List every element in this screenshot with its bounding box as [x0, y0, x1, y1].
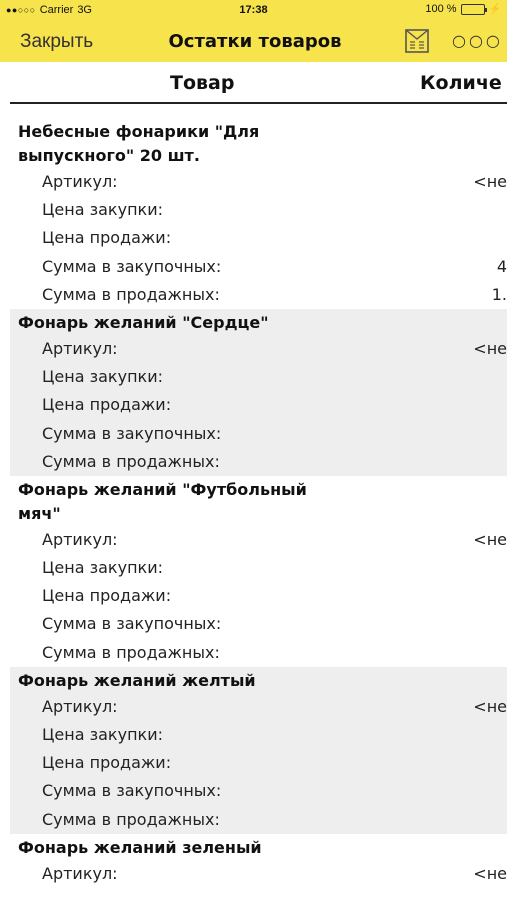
product-group[interactable]: Фонарь желаний зеленый Артикул: <не — [10, 834, 507, 888]
row-value: <не — [473, 529, 507, 549]
table-row: Цена продажи: — [10, 224, 507, 252]
row-label: Артикул: — [42, 696, 118, 716]
table-row: Сумма в продажных: — [10, 806, 507, 834]
product-title: Фонарь желаний зеленый — [18, 837, 262, 857]
table-row: Сумма в закупочных: — [10, 420, 507, 448]
row-label: Артикул: — [42, 529, 118, 549]
column-header-quantity[interactable]: Количе — [420, 72, 502, 94]
product-group[interactable]: Фонарь желаний "Сердце" Артикул: <не Цен… — [10, 308, 507, 476]
row-label: Цена продажи: — [42, 228, 172, 248]
more-icon[interactable]: ○○○ — [452, 31, 503, 50]
row-label: Сумма в продажных: — [42, 642, 220, 662]
table-row: Артикул: <не — [10, 168, 507, 196]
row-label: Сумма в закупочных: — [42, 256, 222, 276]
row-label: Сумма в продажных: — [42, 809, 220, 829]
product-group[interactable]: Небесные фонарики "Для выпускного" 20 шт… — [10, 118, 507, 309]
table-row: Артикул: <не — [10, 335, 507, 363]
table-row: Сумма в продажных: — [10, 639, 507, 667]
table-row: Сумма в закупочных: — [10, 610, 507, 638]
battery-percent: 100 % — [425, 3, 457, 15]
table-row: Цена продажи: — [10, 749, 507, 777]
row-label: Артикул: — [42, 863, 118, 883]
row-label: Сумма в закупочных: — [42, 614, 222, 634]
table-row: Артикул: <не — [10, 860, 507, 888]
row-label: Цена продажи: — [42, 395, 172, 415]
table-row: Сумма в продажных: — [10, 448, 507, 476]
product-title: Фонарь желаний желтый — [18, 670, 256, 690]
row-label: Сумма в закупочных: — [42, 781, 222, 801]
close-button[interactable]: Закрыть — [20, 31, 93, 53]
table-row: Цена закупки: — [10, 196, 507, 224]
product-list: Небесные фонарики "Для выпускного" 20 шт… — [10, 118, 507, 888]
charging-bolt-icon: ⚡ — [488, 3, 501, 15]
row-value: <не — [473, 338, 507, 358]
table-row: Цена закупки: — [10, 721, 507, 749]
row-label: Артикул: — [42, 172, 118, 191]
table-row: Артикул: <не — [10, 526, 507, 554]
product-group[interactable]: Фонарь желаний "Футбольный мяч" Артикул:… — [10, 476, 507, 667]
row-label: Цена закупки: — [42, 725, 163, 744]
status-right: 100 % ⚡ — [425, 3, 501, 15]
page-title: Остатки товаров — [168, 31, 342, 52]
table-header: Товар Количе — [10, 62, 507, 104]
row-label: Сумма в закупочных: — [42, 423, 222, 443]
table-row: Артикул: <не — [10, 693, 507, 721]
row-value: <не — [473, 696, 507, 716]
product-group[interactable]: Фонарь желаний желтый Артикул: <не Цена … — [10, 666, 507, 834]
table-row: Сумма в закупочных: 4 — [10, 253, 507, 281]
table-row: Цена закупки: — [10, 554, 507, 582]
product-title: Небесные фонарики "Для выпускного" 20 шт… — [18, 122, 260, 165]
column-header-product[interactable]: Товар — [170, 72, 234, 94]
row-label: Цена закупки: — [42, 558, 163, 578]
table-row: Сумма в продажных: 1. — [10, 281, 507, 309]
table-row: Сумма в закупочных: — [10, 777, 507, 805]
report-icon[interactable] — [404, 28, 430, 54]
table-row: Цена продажи: — [10, 582, 507, 610]
row-label: Сумма в продажных: — [42, 284, 220, 304]
nav-bar: Закрыть Остатки товаров ○○○ — [0, 22, 507, 62]
product-title: Фонарь желаний "Сердце" — [18, 312, 269, 332]
row-label: Артикул: — [42, 338, 118, 358]
row-value: 4 — [496, 256, 507, 276]
battery-icon — [460, 3, 487, 15]
row-label: Цена закупки: — [42, 200, 163, 220]
status-bar: ●●○○○ Carrier 3G 17:38 100 % ⚡ — [0, 0, 507, 22]
row-value: 1. — [491, 284, 507, 304]
row-label: Цена продажи: — [42, 753, 172, 773]
row-value: <не — [473, 863, 507, 883]
row-label: Сумма в продажных: — [42, 451, 220, 471]
product-title: Фонарь желаний "Футбольный мяч" — [18, 479, 307, 523]
row-label: Цена продажи: — [42, 586, 172, 606]
row-value: <не — [473, 172, 507, 191]
row-label: Цена закупки: — [42, 367, 163, 387]
table-row: Цена продажи: — [10, 391, 507, 419]
table-row: Цена закупки: — [10, 363, 507, 391]
